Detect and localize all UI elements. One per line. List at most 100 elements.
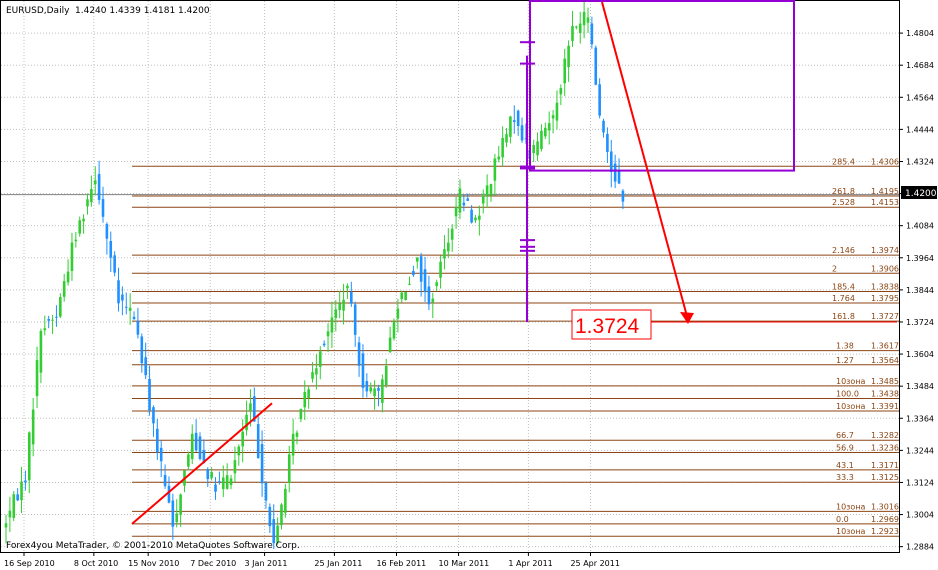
fib-price-label: 1.2969 xyxy=(871,515,899,524)
candle-body xyxy=(427,286,431,305)
candle-body xyxy=(516,110,520,126)
fib-price-label: 1.3564 xyxy=(871,356,899,365)
candle-body xyxy=(163,474,167,487)
fib-price-label: 1.3485 xyxy=(871,377,899,386)
candle-body xyxy=(439,261,442,278)
candle-body xyxy=(148,378,151,411)
candle-body xyxy=(551,115,555,119)
candle-body xyxy=(563,58,567,84)
fib-ratio-label: 2 xyxy=(832,264,837,273)
fib-price-label: 1.3727 xyxy=(871,312,899,321)
symbol-label: EURUSD,Daily xyxy=(6,6,70,16)
candle-body xyxy=(462,202,466,206)
candle-body xyxy=(225,475,229,489)
y-tick-label: 1.3724 xyxy=(906,318,934,327)
x-tick-label: 10 Mar 2011 xyxy=(439,559,490,568)
candle-body xyxy=(210,472,213,479)
candle-body xyxy=(547,123,551,131)
candle-body xyxy=(571,25,574,41)
candle-body xyxy=(93,180,97,185)
fib-ratio-label: 33.3 xyxy=(836,473,854,482)
candle-body xyxy=(124,306,128,308)
fib-price-label: 1.2923 xyxy=(871,527,899,536)
candle-body xyxy=(501,137,504,158)
x-tick-label: 15 Nov 2010 xyxy=(128,559,179,568)
candle-body xyxy=(249,403,252,412)
candle-body xyxy=(47,319,50,321)
candle-body xyxy=(369,387,373,392)
candle-body xyxy=(16,494,19,501)
y-tick-label: 1.4084 xyxy=(906,222,934,231)
candle-body xyxy=(39,330,43,373)
x-tick-label: 16 Feb 2011 xyxy=(376,559,426,568)
candle-body xyxy=(43,328,47,331)
fib-ratio-label: 10зона xyxy=(836,402,866,411)
candle-body xyxy=(350,291,353,304)
candle-body xyxy=(132,316,136,320)
candle-body xyxy=(291,433,295,456)
candle-body xyxy=(590,23,594,45)
candle-body xyxy=(90,189,93,203)
y-tick-label: 1.3484 xyxy=(906,382,934,391)
candle-body xyxy=(121,294,124,301)
candle-body xyxy=(578,23,582,33)
y-tick-label: 1.4444 xyxy=(906,125,934,134)
x-tick-label: 7 Dec 2010 xyxy=(190,559,236,568)
candle-body xyxy=(140,336,144,364)
candle-body xyxy=(559,88,563,95)
candle-body xyxy=(101,199,105,217)
candle-body xyxy=(400,292,404,300)
candle-body xyxy=(353,304,357,335)
candle-body xyxy=(245,414,248,431)
candle-body xyxy=(493,158,497,181)
candle-body xyxy=(555,102,559,121)
candle-body xyxy=(136,320,140,335)
candle-body xyxy=(377,387,380,391)
candle-body xyxy=(454,207,458,217)
x-tick-label: 8 Oct 2010 xyxy=(74,559,118,568)
y-tick-label: 1.3964 xyxy=(906,254,934,263)
candle-body xyxy=(388,337,392,353)
candle-body xyxy=(55,316,58,318)
ohlc-label: 1.4240 1.4339 1.4181 1.4200 xyxy=(75,6,210,16)
candle-body xyxy=(156,428,159,453)
y-tick-label: 1.3364 xyxy=(906,414,934,423)
fib-ratio-label: 10зона xyxy=(836,377,866,386)
fib-ratio-label: 1.764 xyxy=(832,294,855,303)
y-tick-label: 1.4804 xyxy=(906,29,934,38)
target-label: 1.3724 xyxy=(575,315,640,338)
y-tick-label: 1.3604 xyxy=(906,350,934,359)
fib-price-label: 1.3391 xyxy=(871,402,899,411)
y-tick-label: 1.2884 xyxy=(906,543,934,552)
candle-body xyxy=(35,360,39,397)
fib-ratio-label: 66.7 xyxy=(836,431,854,440)
fib-price-label: 1.3617 xyxy=(871,342,899,351)
candle-body xyxy=(567,45,570,68)
candle-body xyxy=(342,299,345,311)
candle-body xyxy=(241,431,244,447)
candle-body xyxy=(128,307,132,311)
candle-body xyxy=(113,255,116,273)
candle-body xyxy=(346,285,349,289)
candle-body xyxy=(458,188,462,213)
candle-body xyxy=(315,368,318,375)
price-chart: 285.4 1.4306261.8 1.41952.528 1.41532.146 1.… xyxy=(0,0,937,568)
candle-body xyxy=(334,309,338,318)
candle-body xyxy=(24,480,27,483)
y-axis: 1.48041.46841.45641.44441.43241.42041.40… xyxy=(899,29,934,552)
fib-price-label: 1.4306 xyxy=(871,157,899,166)
fib-ratio-label: 56.9 xyxy=(836,443,854,452)
candle-body xyxy=(606,133,609,152)
candle-body xyxy=(509,116,512,137)
fib-ratio-label: 2.146 xyxy=(832,246,855,255)
fib-ratio-label: 43.1 xyxy=(836,461,854,470)
candle-body xyxy=(520,125,524,141)
fib-price-label: 1.3125 xyxy=(871,473,899,482)
candle-body xyxy=(470,209,473,223)
candle-body xyxy=(78,220,82,234)
candle-body xyxy=(485,185,489,196)
current-price-label: 1.4200 xyxy=(905,189,937,199)
fib-price-label: 1.3906 xyxy=(871,264,899,273)
fib-ratio-label: 100.0 xyxy=(836,389,859,398)
candle-body xyxy=(450,228,454,240)
